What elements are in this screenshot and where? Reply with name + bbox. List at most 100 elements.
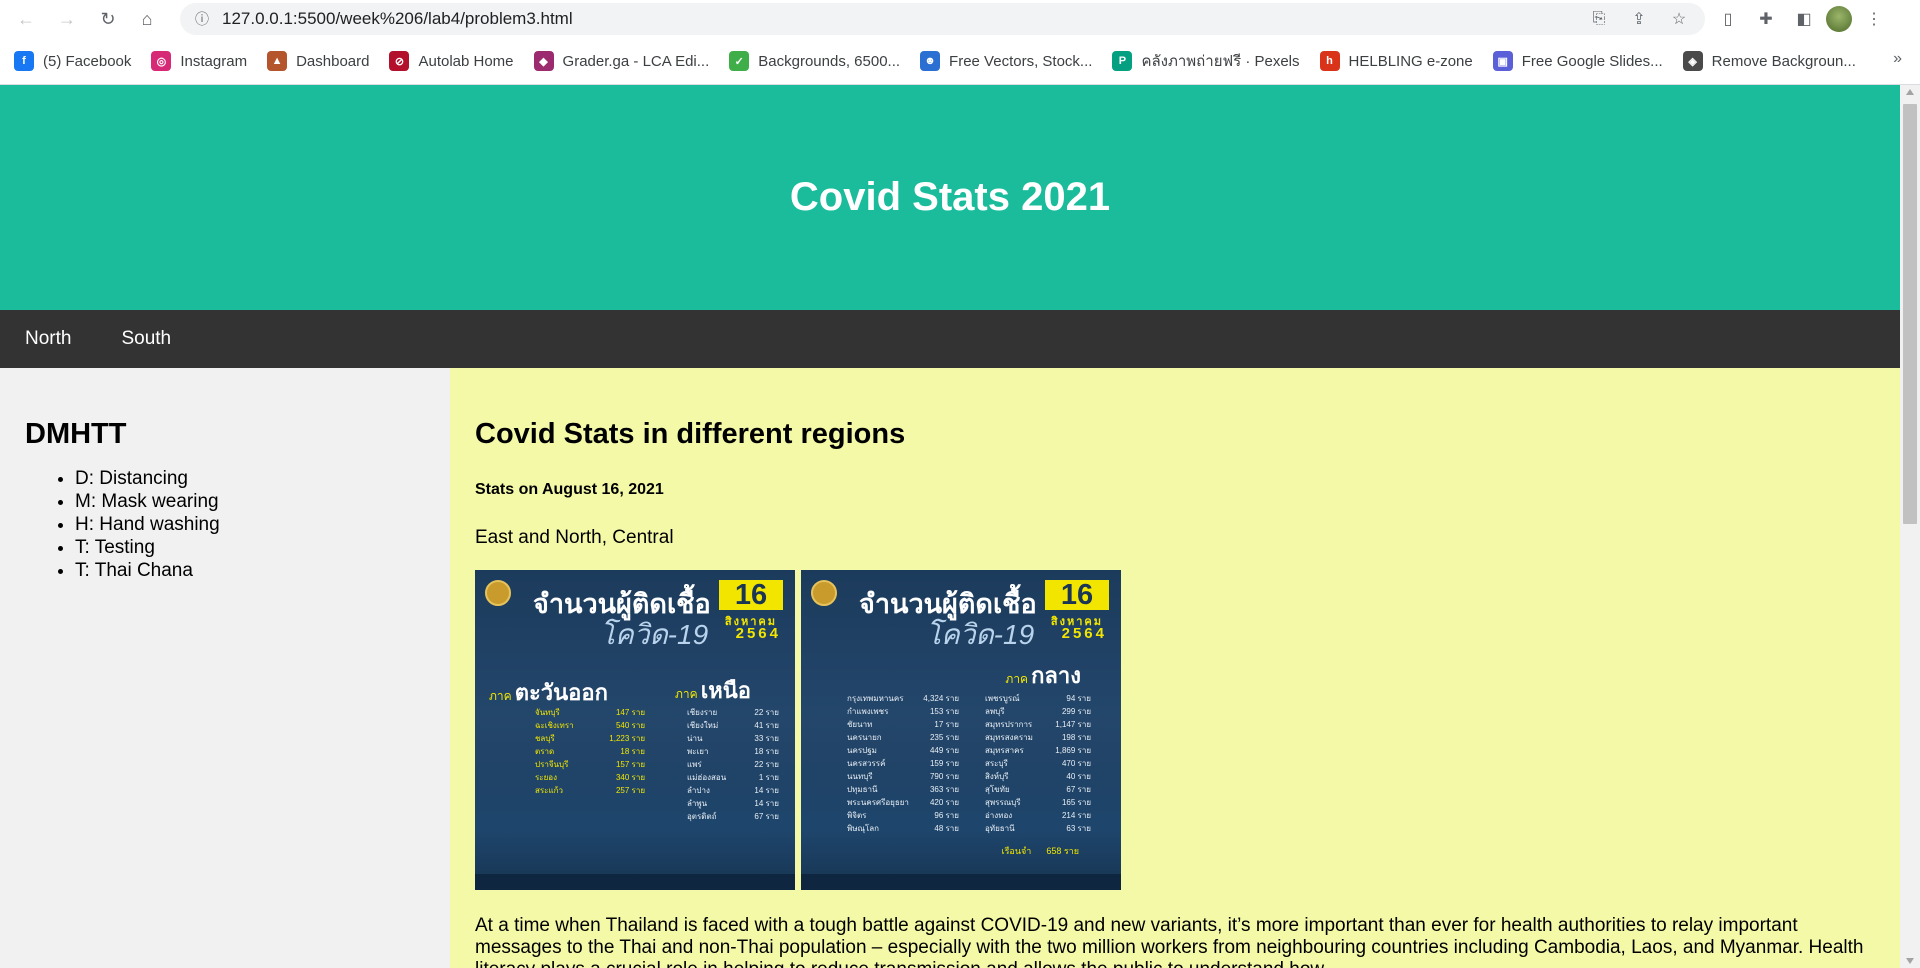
province-row: เชียงราย 22 ราย [687, 706, 779, 719]
region-label-central: ภาค กลาง [1005, 663, 1081, 688]
province-row: สระบุรี 470 ราย [985, 757, 1091, 770]
central-province-list-left: กรุงเทพมหานคร 4,324 ราย กำแพงเพชร 153 ราย ชั… [847, 692, 959, 835]
region-caption: East and North, Central [475, 527, 674, 548]
nav-link-south[interactable]: South [96, 310, 196, 368]
bookmark-item[interactable]: ▲ Dashboard [267, 51, 369, 71]
province-count: 157 ราย [615, 760, 645, 769]
ministry-seal-icon [811, 580, 837, 606]
province-count: 22 ราย [754, 760, 779, 769]
scroll-up-icon[interactable] [1906, 89, 1914, 95]
province-name: ชัยนาท [847, 720, 873, 729]
province-count: 470 ราย [1061, 759, 1091, 768]
bookmark-item[interactable]: ◆ Grader.ga - LCA Edi... [533, 51, 709, 71]
province-name: เชียงใหม่ [687, 721, 719, 730]
province-count: 17 ราย [934, 720, 959, 729]
province-count: 1 ราย [758, 773, 779, 782]
scroll-down-icon[interactable] [1906, 958, 1914, 964]
bookmark-item[interactable]: P คลังภาพถ่ายฟรี · Pexels [1112, 49, 1300, 73]
reload-icon[interactable]: ↻ [92, 3, 124, 35]
province-row: ปทุมธานี 363 ราย [847, 783, 959, 796]
site-header: Covid Stats 2021 [0, 85, 1900, 310]
bookmark-item[interactable]: ▣ Free Google Slides... [1492, 51, 1663, 71]
province-name: พิจิตร [847, 811, 867, 820]
province-name: ตราด [535, 747, 555, 756]
province-row: สิงห์บุรี 40 ราย [985, 770, 1091, 783]
province-count: 14 ราย [754, 799, 779, 808]
province-name: ลพบุรี [985, 707, 1005, 716]
bookmark-item[interactable]: h HELBLING e-zone [1319, 51, 1473, 71]
province-count: 96 ราย [934, 811, 959, 820]
document-icon[interactable]: ▯ [1712, 3, 1744, 35]
bookmarks-overflow-icon[interactable]: » [1893, 50, 1902, 68]
freepik-icon: ☻ [920, 51, 941, 71]
site-title: Covid Stats 2021 [789, 175, 1111, 219]
bookmark-item[interactable]: ☻ Free Vectors, Stock... [920, 51, 1092, 71]
scrollbar-thumb[interactable] [1903, 104, 1917, 524]
infographic-day: 16 [719, 580, 783, 610]
province-row: แม่ฮ่องสอน 1 ราย [687, 771, 779, 784]
province-count: 18 ราย [754, 747, 779, 756]
browser-toolbar: ← → ↻ ⌂ ⓘ 127.0.0.1:5500/week%206/lab4/p… [0, 0, 1920, 38]
infographic-day: 16 [1045, 580, 1109, 610]
list-item: T: Thai Chana [75, 559, 425, 582]
menu-kebab-icon[interactable]: ⋮ [1858, 3, 1890, 35]
province-count: 420 ราย [929, 798, 959, 807]
nav-link-north[interactable]: North [0, 310, 96, 368]
east-province-list: จันทบุรี 147 ราย ฉะเชิงเทรา 540 ราย ชลบุรี 1,… [535, 706, 645, 797]
province-name: ปราจีนบุรี [535, 760, 569, 769]
province-name: สระแก้ว [535, 786, 563, 795]
province-name: กำแพงเพชร [847, 707, 889, 716]
infographic-east-north: จำนวนผู้ติดเชื้อ โควิด-19 16 สิงหาคม 256… [475, 570, 795, 890]
ministry-seal-icon [485, 580, 511, 606]
province-name: ปทุมธานี [847, 785, 878, 794]
side-panel-icon[interactable]: ◧ [1788, 3, 1820, 35]
province-row: นครนายก 235 ราย [847, 731, 959, 744]
address-bar[interactable]: ⓘ 127.0.0.1:5500/week%206/lab4/problem3.… [180, 3, 1705, 35]
pexels-icon: P [1112, 51, 1133, 71]
forward-icon[interactable]: → [51, 3, 83, 35]
bookmark-star-icon[interactable]: ☆ [1663, 3, 1695, 35]
instagram-icon: ◎ [151, 51, 172, 71]
bookmark-item[interactable]: ✓ Backgrounds, 6500... [729, 51, 900, 71]
province-name: สระบุรี [985, 759, 1008, 768]
central-province-list-right: เพชรบูรณ์ 94 ราย ลพบุรี 299 ราย สมุทรปราการ 1… [985, 692, 1091, 835]
main-content: Covid Stats in different regions Stats o… [450, 368, 1900, 968]
province-row: กำแพงเพชร 153 ราย [847, 705, 959, 718]
province-row: เชียงใหม่ 41 ราย [687, 719, 779, 732]
list-item: M: Mask wearing [75, 490, 425, 513]
profile-avatar[interactable] [1826, 6, 1852, 32]
body-paragraph: At a time when Thailand is faced with a … [475, 915, 1864, 968]
back-icon[interactable]: ← [10, 3, 42, 35]
province-count: 67 ราย [754, 812, 779, 821]
province-name: ฉะเชิงเทรา [535, 721, 574, 730]
province-count: 165 ราย [1061, 798, 1091, 807]
translate-icon[interactable]: ⎘ [1583, 3, 1615, 35]
province-count: 159 ราย [929, 759, 959, 768]
province-count: 1,147 ราย [1055, 720, 1091, 729]
province-row: สุพรรณบุรี 165 ราย [985, 796, 1091, 809]
content-row: DMHTT D: Distancing M: Mask wearing H: H… [0, 368, 1900, 968]
bookmark-label: Free Vectors, Stock... [949, 52, 1093, 70]
region-label-east: ภาค ตะวันออก [489, 680, 608, 705]
province-count: 1,869 ราย [1055, 746, 1091, 755]
extensions-icon[interactable]: ✚ [1750, 3, 1782, 35]
bookmark-label: Free Google Slides... [1521, 52, 1663, 70]
province-count: 14 ราย [754, 786, 779, 795]
prison-total: เรือนจำ 658 ราย [1001, 846, 1080, 856]
bookmark-label: HELBLING e-zone [1348, 52, 1473, 70]
infographic-year: 2564 [735, 625, 781, 642]
bookmark-item[interactable]: ◎ Instagram [151, 51, 247, 71]
bookmark-item[interactable]: f (5) Facebook [14, 51, 131, 71]
bookmark-item[interactable]: ◈ Remove Backgroun... [1682, 51, 1856, 71]
bookmark-label: Instagram [180, 52, 248, 70]
province-row: ชัยนาท 17 ราย [847, 718, 959, 731]
bookmark-label: Dashboard [296, 52, 370, 70]
share-icon[interactable]: ⇪ [1623, 3, 1655, 35]
home-icon[interactable]: ⌂ [131, 3, 163, 35]
site-info-icon[interactable]: ⓘ [188, 5, 216, 33]
bookmark-item[interactable]: ⊘ Autolab Home [389, 51, 514, 71]
page-scrollbar[interactable] [1900, 85, 1920, 968]
province-row: ปราจีนบุรี 157 ราย [535, 758, 645, 771]
url-text[interactable]: 127.0.0.1:5500/week%206/lab4/problem3.ht… [222, 9, 573, 29]
province-count: 153 ราย [929, 707, 959, 716]
